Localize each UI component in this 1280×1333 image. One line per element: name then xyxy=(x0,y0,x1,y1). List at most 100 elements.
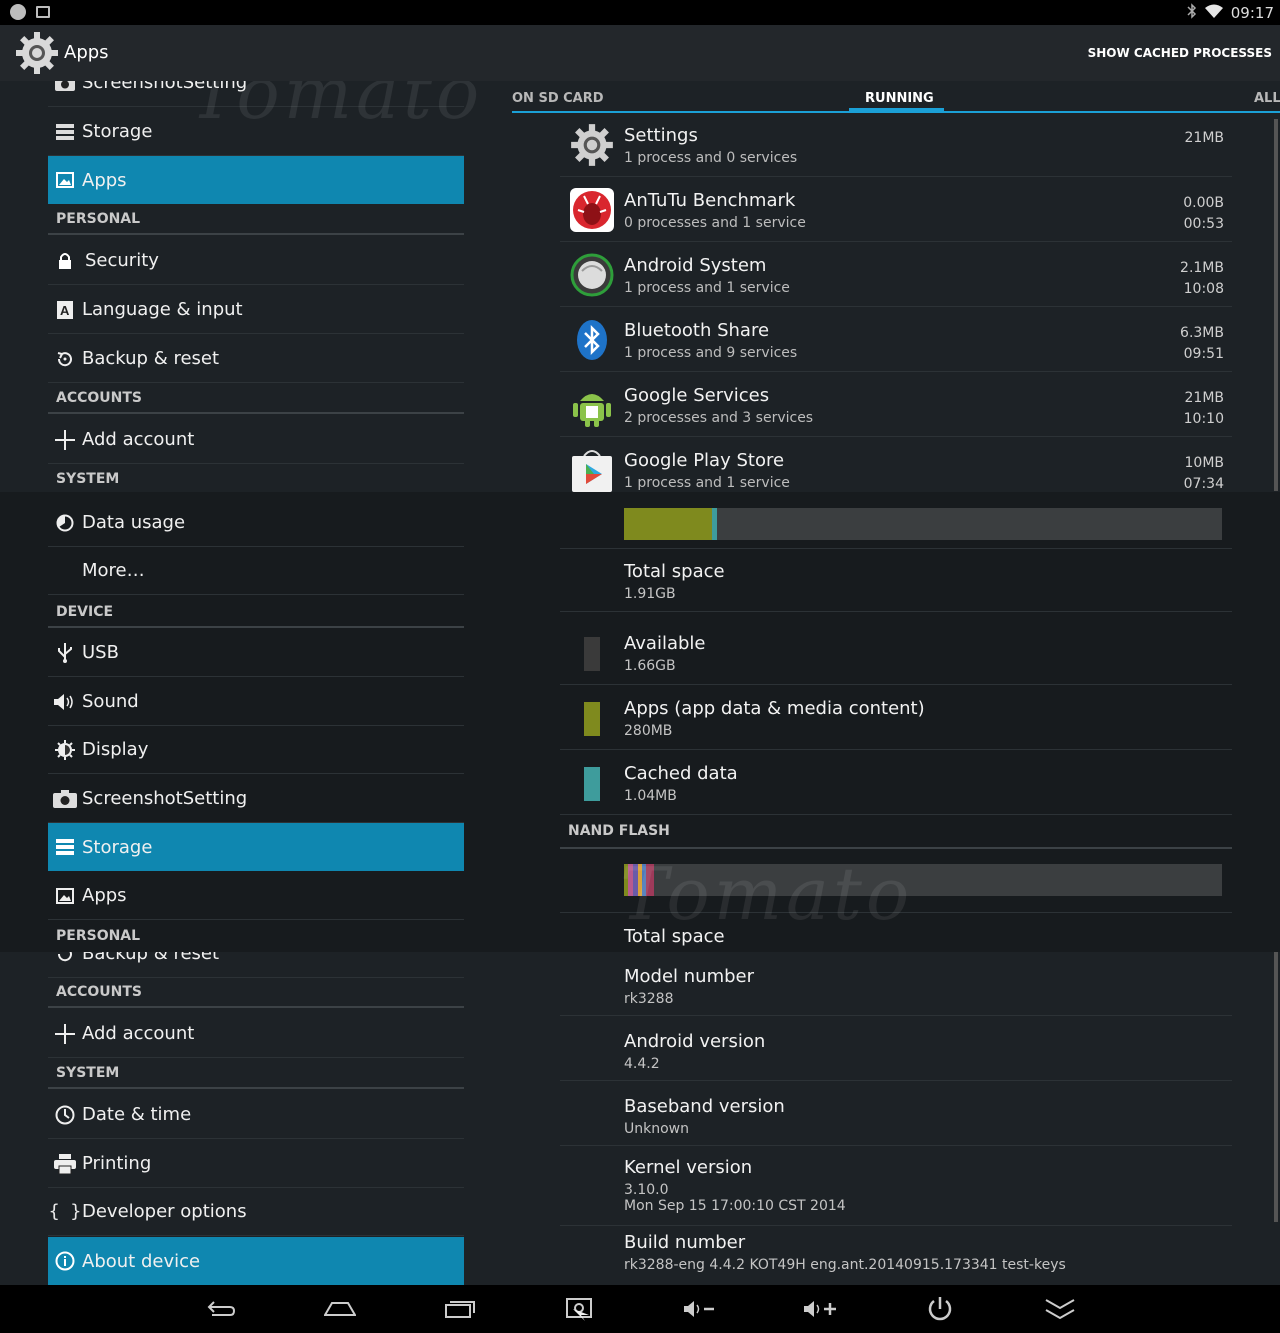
language-a-icon: A xyxy=(48,300,82,319)
sidebar-item-more[interactable]: More… xyxy=(48,547,464,595)
volume-down-icon[interactable] xyxy=(680,1293,720,1325)
about-row-build-number[interactable]: Build number rk3288-eng 4.4.2 KOT49H eng… xyxy=(560,1226,1232,1285)
action-bar: Apps SHOW CACHED PROCESSES xyxy=(0,25,1280,81)
about-row-baseband[interactable]: Baseband version Unknown xyxy=(560,1082,1232,1146)
running-app-row[interactable]: Bluetooth Share 1 process and 9 services… xyxy=(560,308,1232,372)
apps-image-icon xyxy=(48,172,82,188)
color-swatch xyxy=(584,637,600,671)
usb-icon xyxy=(48,642,82,663)
usage-bar-cached-segment xyxy=(712,508,717,540)
running-app-row[interactable]: Google Services 2 processes and 3 servic… xyxy=(560,373,1232,437)
page-title: Apps xyxy=(64,42,109,63)
sidebar-item-backup-partial[interactable]: Backup & reset xyxy=(48,952,464,978)
image-notification-icon xyxy=(36,6,50,18)
storage-row-apps[interactable]: Apps (app data & media content) 280MB xyxy=(560,686,1232,750)
sidebar-item-printing[interactable]: Printing xyxy=(48,1140,464,1188)
plus-icon xyxy=(48,429,82,450)
sd-storage-usage-bar xyxy=(624,508,1222,540)
storage-row-total: Total space 1.91GB xyxy=(560,548,1232,612)
storage-icon xyxy=(48,839,82,855)
screenshot-panel-storage: Data usage More… DEVICE USB Sound Displa… xyxy=(0,492,1280,952)
scrollbar[interactable] xyxy=(1274,119,1278,491)
wifi-icon xyxy=(1204,4,1223,22)
about-row-android-version[interactable]: Android version 4.4.2 xyxy=(560,1017,1232,1081)
sidebar-item-storage-selected[interactable]: Storage xyxy=(48,823,464,871)
about-row-model[interactable]: Model number rk3288 xyxy=(560,952,1232,1016)
screenshot-icon[interactable] xyxy=(560,1293,600,1325)
camera-icon xyxy=(48,81,82,91)
tab-running[interactable]: RUNNING xyxy=(865,91,934,106)
sidebar-item-add-account[interactable]: Add account xyxy=(48,1010,464,1058)
scrollbar[interactable] xyxy=(1274,952,1278,1222)
settings-gear-icon[interactable] xyxy=(14,30,60,80)
storage-row-cached[interactable]: Cached data 1.04MB xyxy=(560,751,1232,815)
running-app-row[interactable]: AnTuTu Benchmark 0 processes and 1 servi… xyxy=(560,178,1232,242)
color-swatch xyxy=(584,702,600,736)
settings-app-icon xyxy=(568,121,616,169)
home-icon[interactable] xyxy=(320,1293,360,1325)
svg-text:A: A xyxy=(60,303,70,318)
sidebar-item-about-selected[interactable]: About device xyxy=(48,1237,464,1285)
color-swatch xyxy=(584,767,600,801)
show-cached-processes-button[interactable]: SHOW CACHED PROCESSES xyxy=(1088,46,1272,60)
back-icon[interactable] xyxy=(200,1293,240,1325)
volume-up-icon[interactable] xyxy=(800,1293,840,1325)
tab-on-sd-card[interactable]: ON SD CARD xyxy=(512,91,604,106)
sidebar-item-apps-selected[interactable]: Apps xyxy=(48,156,464,204)
recent-apps-icon[interactable] xyxy=(440,1293,480,1325)
clock: 09:17 xyxy=(1230,4,1274,22)
section-header-device: DEVICE xyxy=(48,600,464,628)
sidebar-item-data-usage[interactable]: Data usage xyxy=(48,499,464,547)
tab-all[interactable]: ALL xyxy=(1254,91,1280,106)
navigation-bar xyxy=(0,1285,1280,1333)
printer-icon xyxy=(48,1153,82,1174)
sidebar-item-screenshot[interactable]: ScreenshotSetting xyxy=(48,775,464,823)
sidebar-item-security[interactable]: Security xyxy=(48,237,464,285)
screenshot-panel-about: Backup & reset ACCOUNTS Add account SYST… xyxy=(0,952,1280,1285)
watermark: Tomato xyxy=(190,81,484,135)
section-header-personal: PERSONAL xyxy=(56,928,141,944)
sidebar-item-display[interactable]: Display xyxy=(48,726,464,774)
running-app-row[interactable]: Android System 1 process and 1 service 2… xyxy=(560,243,1232,307)
sidebar-item-backup[interactable]: Backup & reset xyxy=(48,335,464,383)
bluetooth-icon xyxy=(1187,3,1197,23)
plus-icon xyxy=(48,1023,82,1044)
screenshot-panel-running: ScreenshotSetting Storage Apps PERSONAL … xyxy=(0,81,1280,492)
braces-icon: { } xyxy=(48,1201,82,1222)
sidebar-item-apps[interactable]: Apps xyxy=(48,872,464,920)
collapse-chevron-icon[interactable] xyxy=(1040,1293,1080,1325)
about-row-kernel[interactable]: Kernel version 3.10.0 Mon Sep 15 17:00:1… xyxy=(560,1147,1232,1226)
sidebar-item-language[interactable]: A Language & input xyxy=(48,286,464,334)
app-tabs: ON SD CARD RUNNING ALL xyxy=(512,81,1280,113)
apps-image-icon xyxy=(48,887,82,904)
bluetooth-share-icon xyxy=(568,316,616,364)
section-header-system: SYSTEM xyxy=(48,467,464,492)
storage-row-available[interactable]: Available 1.66GB xyxy=(560,621,1232,685)
running-app-row[interactable]: Settings 1 process and 0 services 21MB xyxy=(560,113,1232,177)
storage-icon xyxy=(48,123,82,140)
camera-icon xyxy=(48,789,82,808)
speaker-icon xyxy=(48,693,82,711)
usage-bar-apps-segment xyxy=(624,508,712,540)
clock-icon xyxy=(48,1105,82,1125)
antutu-app-icon xyxy=(568,186,616,234)
backup-restore-icon xyxy=(48,350,82,368)
sidebar-item-add-account[interactable]: Add account xyxy=(48,416,464,464)
sidebar-item-usb[interactable]: USB xyxy=(48,629,464,677)
running-app-row[interactable]: Google Play Store 1 process and 1 servic… xyxy=(560,438,1232,492)
section-header-personal: PERSONAL xyxy=(48,207,464,235)
section-header-accounts: ACCOUNTS xyxy=(48,980,464,1008)
watermark: Tomato xyxy=(620,852,914,936)
sidebar-item-sound[interactable]: Sound xyxy=(48,678,464,726)
sidebar-item-developer[interactable]: { } Developer options xyxy=(48,1188,464,1236)
power-icon[interactable] xyxy=(920,1293,960,1325)
status-bar: 09:17 xyxy=(0,0,1280,25)
lock-icon xyxy=(48,252,82,270)
data-usage-icon xyxy=(48,514,82,532)
backup-restore-icon xyxy=(48,952,82,963)
info-icon xyxy=(48,1251,82,1271)
play-store-icon xyxy=(568,446,616,492)
sidebar-item-date-time[interactable]: Date & time xyxy=(48,1091,464,1139)
section-header-accounts: ACCOUNTS xyxy=(48,386,464,414)
google-services-android-icon xyxy=(568,381,616,429)
